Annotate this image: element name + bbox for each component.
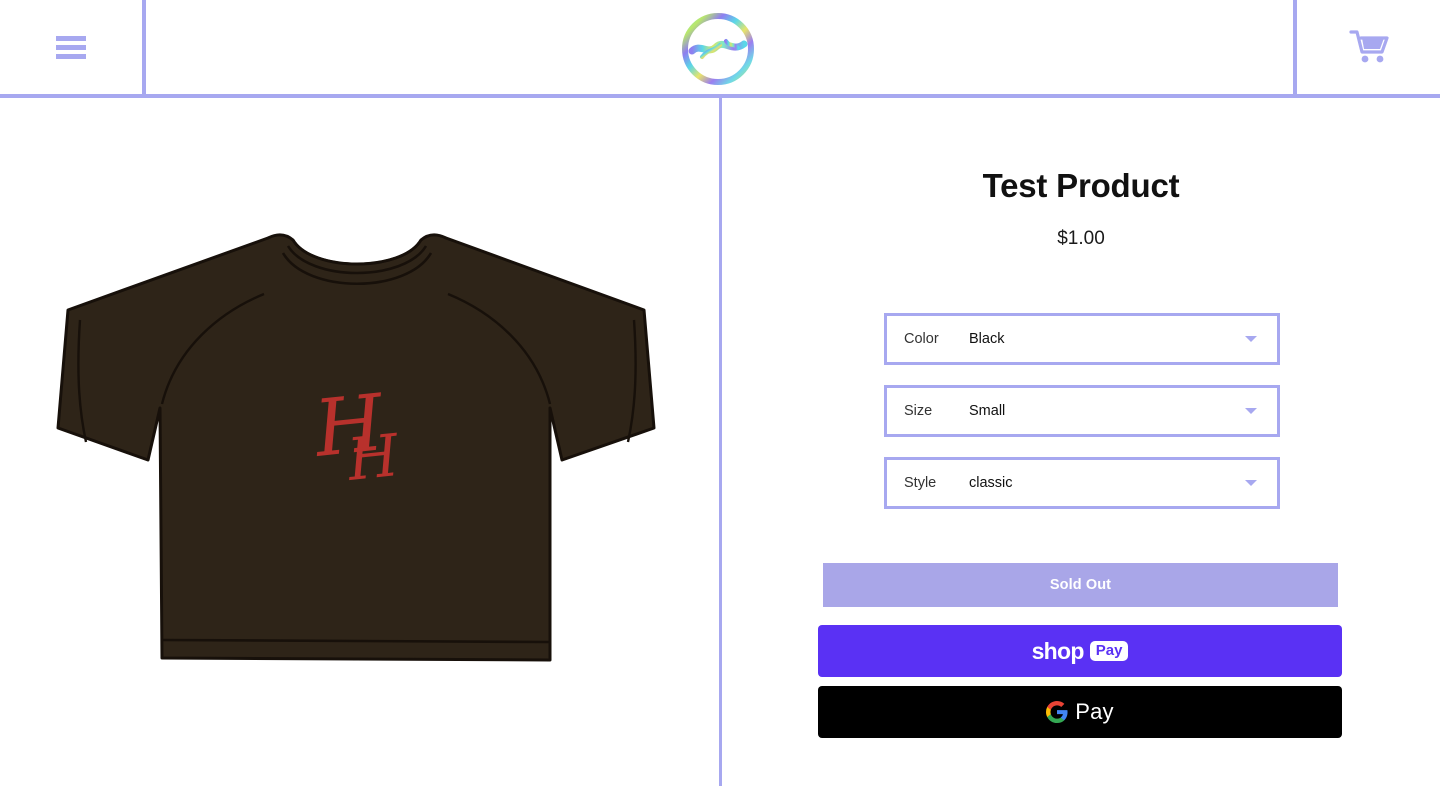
shop-pay-word: shop [1031, 637, 1085, 664]
shop-pay-button[interactable]: shop Pay [818, 625, 1342, 677]
sold-out-button[interactable]: Sold Out [823, 563, 1338, 607]
hamburger-bar [56, 54, 86, 59]
product-price: $1.00 [1057, 228, 1105, 249]
product-info-panel: Test Product $1.00 Color Black Size Smal… [722, 98, 1440, 786]
color-select-label: Color [904, 331, 939, 347]
color-select[interactable]: Color Black [884, 313, 1280, 365]
header-divider-left [142, 0, 146, 94]
shop-pay-badge: Pay [1089, 641, 1129, 661]
hamburger-bar [56, 36, 86, 41]
color-select-value: Black [969, 331, 1005, 347]
tshirt-illustration: H H [56, 233, 656, 662]
google-g-icon [1046, 701, 1068, 723]
product-image[interactable]: H H [50, 228, 670, 678]
style-select-label: Style [904, 475, 937, 491]
monogram-text-2: H [343, 421, 403, 494]
size-select[interactable]: Size Small [884, 385, 1280, 437]
brand-logo[interactable] [680, 11, 756, 87]
style-select[interactable]: Style classic [884, 457, 1280, 509]
hamburger-bar [56, 45, 86, 50]
product-page: H H Test Product $1.00 Color Black Size … [0, 0, 1440, 786]
style-select-value: classic [969, 475, 1013, 491]
google-pay-logo: Pay [1046, 699, 1114, 725]
google-pay-word: Pay [1075, 699, 1114, 724]
brand-logo-icon [682, 13, 754, 85]
shop-pay-logo: shop Pay [1032, 638, 1129, 665]
size-select-label: Size [904, 403, 933, 419]
product-gallery: H H [0, 98, 719, 786]
shopping-cart-icon[interactable] [1348, 26, 1392, 70]
cart-glyph [1349, 30, 1389, 63]
google-pay-button[interactable]: Pay [818, 686, 1342, 738]
purchase-buttons: Sold Out shop Pay Pay [818, 563, 1342, 738]
site-header [0, 0, 1440, 98]
chevron-down-icon[interactable] [1245, 408, 1257, 414]
size-select-value: Small [969, 403, 1006, 419]
hamburger-menu-icon[interactable] [56, 36, 86, 59]
chevron-down-icon[interactable] [1245, 480, 1257, 486]
chevron-down-icon[interactable] [1245, 336, 1257, 342]
header-divider-right [1293, 0, 1297, 94]
product-options: Color Black Size Small Style classic [884, 313, 1280, 529]
page-title: Test Product [982, 167, 1180, 204]
